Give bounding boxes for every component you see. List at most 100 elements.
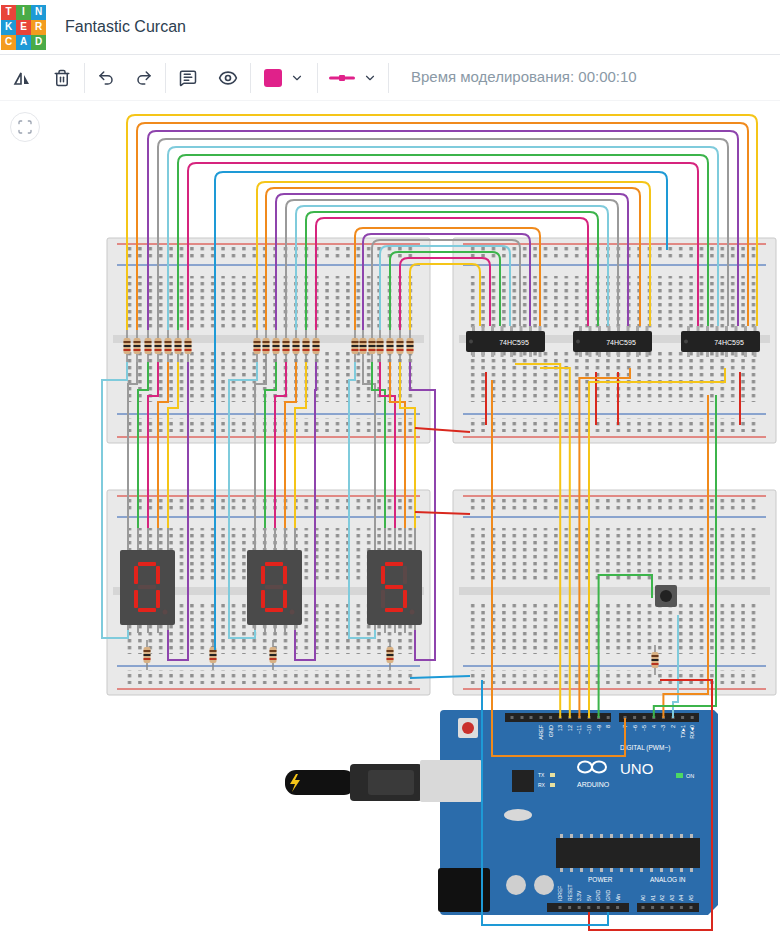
wire[interactable]: [617, 372, 619, 425]
wire[interactable]: [485, 372, 487, 425]
resistor[interactable]: [303, 330, 310, 362]
wire[interactable]: [128, 362, 137, 528]
wire[interactable]: [229, 362, 257, 638]
rotate-button[interactable]: [2, 60, 42, 96]
resistor[interactable]: [145, 330, 152, 362]
wire[interactable]: [372, 240, 520, 330]
resistor[interactable]: [175, 330, 182, 362]
resistor[interactable]: [407, 330, 414, 362]
breadboard[interactable]: [107, 490, 430, 695]
wire[interactable]: [673, 615, 678, 718]
wire[interactable]: [415, 512, 470, 514]
wire[interactable]: [148, 362, 158, 528]
wire[interactable]: [492, 380, 625, 756]
resistor[interactable]: [352, 330, 359, 362]
resistor[interactable]: [377, 330, 384, 362]
wire[interactable]: [168, 147, 718, 330]
delete-button[interactable]: [42, 60, 82, 96]
redo-button[interactable]: [125, 60, 163, 96]
wire[interactable]: [168, 362, 188, 660]
wire[interactable]: [257, 182, 650, 330]
resistor[interactable]: [134, 330, 141, 362]
wire[interactable]: [276, 194, 628, 330]
resistor[interactable]: [185, 330, 192, 362]
undo-button[interactable]: [87, 60, 125, 96]
wire[interactable]: [380, 246, 510, 330]
resistor[interactable]: [360, 330, 367, 362]
seven-segment-display[interactable]: [367, 528, 422, 633]
wire[interactable]: [363, 234, 530, 330]
project-title[interactable]: Fantastic Curcan: [65, 15, 186, 39]
wire[interactable]: [188, 163, 698, 330]
wire[interactable]: [400, 258, 490, 330]
wire[interactable]: [540, 368, 570, 718]
breadboard[interactable]: [107, 238, 430, 443]
wire[interactable]: [739, 372, 741, 425]
resistor[interactable]: [652, 645, 659, 675]
wire[interactable]: [102, 362, 128, 638]
wire[interactable]: [295, 362, 316, 660]
wire[interactable]: [410, 362, 435, 660]
tinkercad-logo[interactable]: TINKERCAD: [1, 5, 46, 50]
shift-register-chip[interactable]: 74HC595: [466, 326, 545, 357]
wire[interactable]: [589, 368, 725, 718]
resistor[interactable]: [369, 330, 376, 362]
resistor[interactable]: [397, 330, 404, 362]
usb-cable[interactable]: [285, 760, 482, 802]
wire[interactable]: [515, 364, 560, 718]
wire[interactable]: [138, 362, 148, 528]
wire-style-picker[interactable]: [320, 60, 386, 96]
resistor[interactable]: [313, 330, 320, 362]
wire[interactable]: [296, 206, 608, 330]
resistor[interactable]: [155, 330, 162, 362]
resistor[interactable]: [270, 640, 277, 670]
wire[interactable]: [349, 362, 375, 638]
wire[interactable]: [579, 368, 630, 718]
seven-segment-display[interactable]: [247, 528, 302, 633]
resistor[interactable]: [387, 640, 394, 670]
wire[interactable]: [295, 362, 306, 528]
wire[interactable]: [599, 575, 652, 718]
wire[interactable]: [363, 362, 375, 528]
wire[interactable]: [595, 372, 597, 425]
resistor[interactable]: [283, 330, 290, 362]
wire[interactable]: [390, 362, 405, 528]
wire[interactable]: [148, 131, 738, 330]
wire[interactable]: [316, 218, 588, 330]
shift-register-chip[interactable]: 74HC595: [681, 326, 760, 357]
wire[interactable]: [390, 252, 500, 330]
wire[interactable]: [663, 395, 708, 718]
circuit-canvas[interactable]: 74HC59574HC59574HC595AREFGND1312~11~10~9…: [0, 101, 780, 943]
resistor[interactable]: [165, 330, 172, 362]
color-picker[interactable]: [253, 60, 315, 96]
resistor[interactable]: [254, 330, 261, 362]
wire[interactable]: [178, 155, 708, 330]
resistor[interactable]: [144, 640, 151, 670]
shift-register-chip[interactable]: 74HC595: [573, 326, 652, 357]
resistor[interactable]: [263, 330, 270, 362]
push-button[interactable]: [655, 585, 677, 607]
wire[interactable]: [355, 228, 540, 330]
resistor[interactable]: [124, 330, 131, 362]
wire[interactable]: [168, 362, 178, 528]
wire[interactable]: [158, 139, 728, 330]
wire[interactable]: [306, 212, 598, 330]
resistor[interactable]: [293, 330, 300, 362]
wire[interactable]: [127, 115, 757, 330]
breadboard[interactable]: [453, 490, 776, 695]
wire[interactable]: [410, 264, 480, 330]
wire[interactable]: [400, 362, 415, 528]
wire[interactable]: [372, 362, 385, 528]
notes-button[interactable]: [168, 60, 208, 96]
wire[interactable]: [482, 680, 608, 925]
wire[interactable]: [158, 362, 168, 528]
wire[interactable]: [415, 428, 470, 432]
fit-view-button[interactable]: [10, 112, 40, 142]
visibility-button[interactable]: [208, 60, 248, 96]
wire[interactable]: [137, 123, 748, 330]
wire[interactable]: [589, 680, 712, 930]
wire[interactable]: [380, 362, 395, 528]
wire[interactable]: [410, 676, 470, 678]
wire[interactable]: [654, 395, 716, 718]
resistor[interactable]: [387, 330, 394, 362]
